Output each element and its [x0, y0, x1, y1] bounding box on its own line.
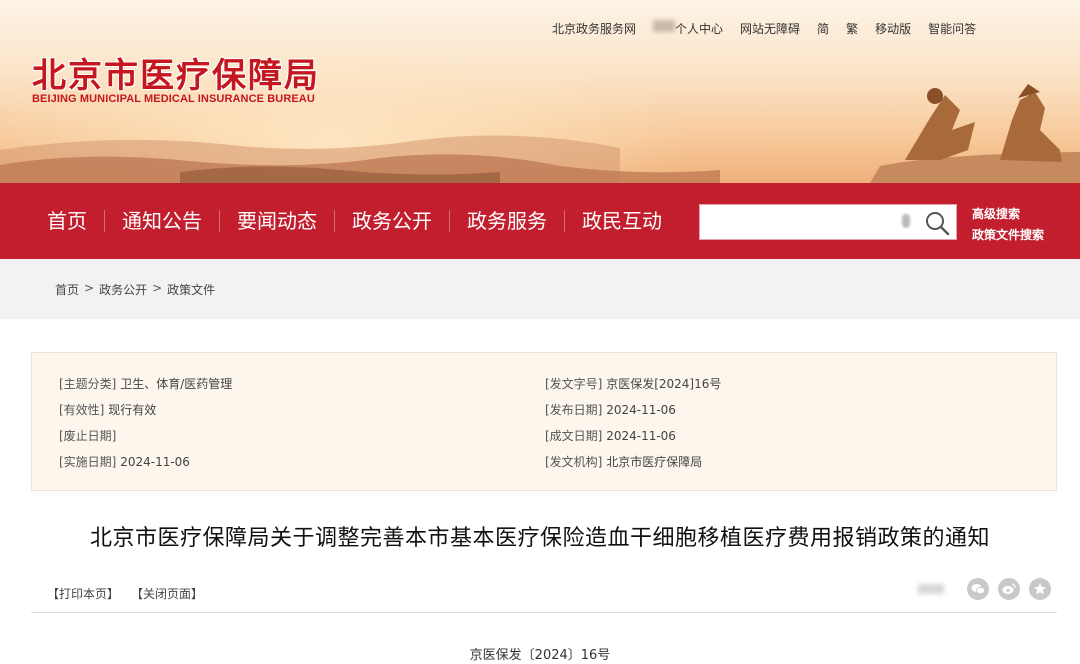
gov-service-link[interactable]: 北京政务服务网	[552, 20, 636, 37]
policy-search-link[interactable]: 政策文件搜索	[972, 226, 1044, 243]
meta-publish-value: 2024-11-06	[606, 403, 676, 417]
traditional-chinese-link[interactable]: 繁	[846, 20, 858, 37]
advanced-search-link[interactable]: 高级搜索	[972, 205, 1044, 222]
meta-validity: [有效性] 现行有效	[59, 401, 156, 418]
page-tools: 【打印本页】 【关闭页面】	[47, 585, 203, 602]
breadcrumb: 首页 > 政务公开 > 政策文件	[55, 281, 215, 298]
meta-effective: [实施日期] 2024-11-06	[59, 453, 190, 470]
top-links: 北京政务服务网 个人中心 网站无障碍 简 繁 移动版 智能问答	[552, 20, 976, 37]
nav-item-gov-affairs[interactable]: 政务公开	[334, 210, 449, 232]
breadcrumb-gov-affairs[interactable]: 政务公开	[99, 281, 147, 298]
print-page-link[interactable]: 【打印本页】	[47, 585, 119, 602]
content-divider	[31, 612, 1057, 613]
search-button[interactable]	[922, 209, 952, 237]
breadcrumb-separator: >	[152, 281, 163, 295]
meta-issuer: [发文机构] 北京市医疗保障局	[545, 453, 702, 470]
breadcrumb-home[interactable]: 首页	[55, 281, 79, 298]
document-title: 北京市医疗保障局关于调整完善本市基本医疗保险造血干细胞移植医疗费用报销政策的通知	[89, 526, 990, 551]
search-box	[699, 204, 957, 240]
wechat-icon	[971, 584, 985, 595]
nav-item-home[interactable]: 首页	[30, 210, 104, 232]
meta-abolish: [废止日期]	[59, 427, 116, 444]
close-page-link[interactable]: 【关闭页面】	[131, 585, 203, 602]
meta-topic: [主题分类] 卫生、体育/医药管理	[59, 375, 232, 392]
nav-item-gov-services[interactable]: 政务服务	[449, 210, 564, 232]
personal-center-link[interactable]: 个人中心	[675, 20, 723, 37]
meta-topic-key: [主题分类]	[59, 377, 117, 391]
nav-item-news[interactable]: 要闻动态	[219, 210, 334, 232]
mobile-version-link[interactable]: 移动版	[875, 20, 911, 37]
meta-written-key: [成文日期]	[545, 429, 603, 443]
site-logo[interactable]: 北京市医疗保障局	[32, 48, 320, 97]
meta-docno-key: [发文字号]	[545, 377, 603, 391]
search-icon	[926, 212, 950, 236]
header-banner: 北京市医疗保障局 BEIJING MUNICIPAL MEDICAL INSUR…	[0, 0, 1080, 183]
accessibility-link[interactable]: 网站无障碍	[740, 20, 800, 37]
voice-icon[interactable]	[902, 214, 910, 228]
nav-items: 首页 通知公告 要闻动态 政务公开 政务服务 政民互动	[30, 183, 679, 259]
meta-written-value: 2024-11-06	[606, 429, 676, 443]
meta-issuer-key: [发文机构]	[545, 455, 603, 469]
blurred-text	[653, 20, 676, 32]
meta-publish: [发布日期] 2024-11-06	[545, 401, 676, 418]
blurred-text	[918, 584, 944, 594]
meta-validity-key: [有效性]	[59, 403, 105, 417]
meta-topic-value: 卫生、体育/医药管理	[120, 377, 233, 391]
meta-docno: [发文字号] 京医保发[2024]16号	[545, 375, 721, 392]
document-metadata: [主题分类] 卫生、体育/医药管理 [有效性] 现行有效 [废止日期] [实施日…	[31, 352, 1057, 491]
search-links: 高级搜索 政策文件搜索	[972, 205, 1044, 243]
wechat-share-icon[interactable]	[967, 578, 989, 600]
meta-docno-value: 京医保发[2024]16号	[606, 377, 722, 391]
share-bar	[918, 578, 1051, 600]
nav-item-interaction[interactable]: 政民互动	[564, 210, 679, 232]
simplified-chinese-link[interactable]: 简	[817, 20, 829, 37]
weibo-share-icon[interactable]	[998, 578, 1020, 600]
nav-item-notices[interactable]: 通知公告	[104, 210, 219, 232]
meta-effective-value: 2024-11-06	[120, 455, 190, 469]
search-input[interactable]	[706, 210, 902, 234]
meta-publish-key: [发布日期]	[545, 403, 603, 417]
breadcrumb-bar: 首页 > 政务公开 > 政策文件	[0, 259, 1080, 319]
breadcrumb-policy-docs[interactable]: 政策文件	[167, 281, 215, 298]
meta-validity-value: 现行有效	[108, 403, 157, 417]
site-logo-english: BEIJING MUNICIPAL MEDICAL INSURANCE BURE…	[32, 93, 315, 105]
favorite-share-icon[interactable]	[1029, 578, 1051, 600]
weibo-icon	[1002, 583, 1016, 594]
breadcrumb-separator: >	[84, 281, 95, 295]
meta-abolish-key: [废止日期]	[59, 429, 117, 443]
document-number: 京医保发〔2024〕16号	[469, 648, 611, 663]
smart-qa-link[interactable]: 智能问答	[928, 20, 976, 37]
star-icon	[1034, 583, 1046, 595]
meta-written: [成文日期] 2024-11-06	[545, 427, 676, 444]
meta-effective-key: [实施日期]	[59, 455, 117, 469]
meta-issuer-value: 北京市医疗保障局	[606, 455, 703, 469]
